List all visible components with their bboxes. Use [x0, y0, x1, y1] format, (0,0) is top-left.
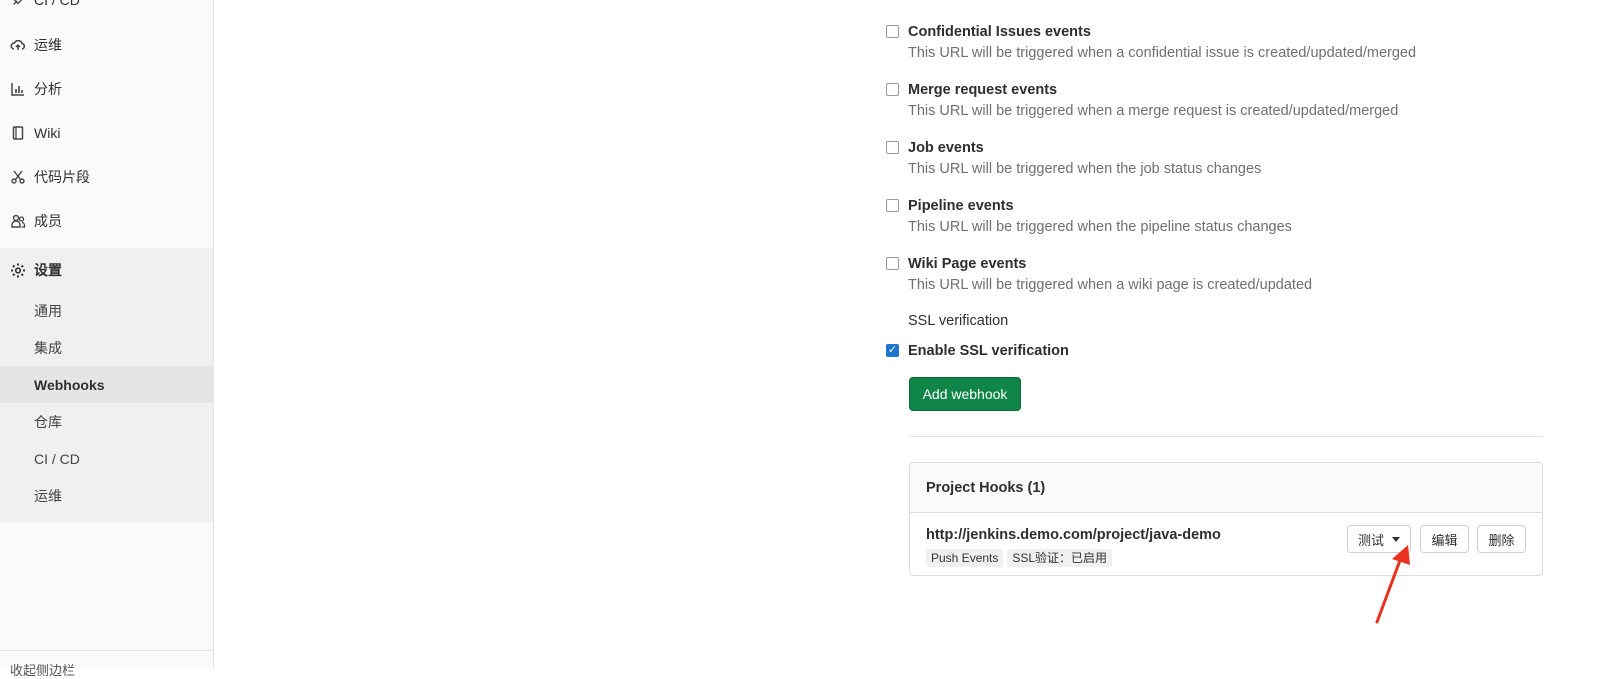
- event-pipeline[interactable]: Pipeline events This URL will be trigger…: [886, 197, 1548, 236]
- sidebar-subitem-label: 运维: [34, 487, 62, 504]
- sidebar-subitem-label: 通用: [34, 302, 62, 319]
- collapse-sidebar-button[interactable]: 收起侧边栏: [10, 660, 75, 679]
- project-hooks-header: Project Hooks (1): [910, 463, 1542, 513]
- rocket-icon: [10, 0, 26, 8]
- sidebar-item-label: 成员: [34, 213, 62, 229]
- event-checkbox[interactable]: [886, 141, 899, 154]
- event-title: Pipeline events: [908, 198, 1014, 214]
- sidebar-subitem-repository[interactable]: 仓库: [0, 403, 213, 440]
- users-icon: [10, 213, 26, 229]
- annotation-arrow-icon: [1375, 545, 1410, 624]
- chart-icon: [10, 81, 26, 97]
- event-description: This URL will be triggered when a confid…: [908, 45, 1417, 61]
- cloud-upload-icon: [10, 37, 26, 53]
- sidebar-item-label: 代码片段: [34, 169, 90, 185]
- sidebar-item-label: 运维: [34, 37, 62, 53]
- section-divider: [909, 436, 1543, 437]
- ssl-checkbox-label: Enable SSL verification: [908, 343, 1069, 359]
- book-icon: [10, 125, 26, 141]
- hook-url: http://jenkins.demo.com/project/java-dem…: [926, 527, 1221, 543]
- event-job[interactable]: Job events This URL will be triggered wh…: [886, 139, 1548, 178]
- sidebar-item-label: 分析: [34, 81, 62, 97]
- event-description: This URL will be triggered when a wiki p…: [908, 277, 1313, 293]
- chevron-down-icon: [1392, 536, 1400, 542]
- sidebar-subitem-label: 仓库: [34, 413, 62, 430]
- event-description: This URL will be triggered when a merge …: [908, 103, 1399, 119]
- push-events-badge: Push Events: [926, 549, 1004, 567]
- sidebar-subitem-general[interactable]: 通用: [0, 292, 213, 329]
- sidebar-item-operations[interactable]: 运维: [0, 23, 213, 67]
- collapse-sidebar-label: 收起侧边栏: [10, 663, 76, 678]
- sidebar-item-wiki[interactable]: Wiki: [0, 111, 213, 155]
- project-hooks-card: Project Hooks (1) http://jenkins.demo.co…: [909, 462, 1543, 576]
- event-confidential-issues[interactable]: Confidential Issues events This URL will…: [886, 23, 1548, 62]
- event-checkbox[interactable]: [886, 257, 899, 270]
- sidebar-subitem-label: 集成: [34, 339, 62, 356]
- sidebar-subitem-webhooks[interactable]: Webhooks: [0, 366, 213, 403]
- sidebar-item-label: Wiki: [34, 125, 61, 141]
- sidebar-subitem-integrations[interactable]: 集成: [0, 329, 213, 366]
- add-webhook-button[interactable]: Add webhook: [909, 377, 1021, 411]
- sidebar-item-analytics[interactable]: 分析: [0, 67, 213, 111]
- ssl-verification-heading: SSL verification: [908, 313, 1009, 329]
- event-checkbox[interactable]: [886, 199, 899, 212]
- event-title: Merge request events: [908, 82, 1058, 98]
- event-checkbox[interactable]: [886, 25, 899, 38]
- sidebar-item-cicd-partial[interactable]: CI / CD: [0, 0, 213, 22]
- edit-hook-button[interactable]: 编辑: [1420, 525, 1469, 553]
- gear-icon: [10, 262, 26, 278]
- sidebar-item-settings[interactable]: 设置: [0, 248, 213, 292]
- ssl-status-badge: SSL验证：已启用: [1007, 549, 1113, 567]
- ssl-verification-option[interactable]: ✓ Enable SSL verification: [886, 342, 1069, 360]
- sidebar-divider: [0, 650, 213, 651]
- ssl-checkbox-checked[interactable]: ✓: [886, 344, 899, 357]
- sidebar: CI / CD 运维 分析 Wiki 代码片段 成员 设置 通用 集成 Webh…: [0, 0, 214, 678]
- sidebar-item-label: CI / CD: [34, 0, 80, 8]
- sidebar-subitem-label: Webhooks: [34, 376, 105, 393]
- sidebar-subitem-operations[interactable]: 运维: [0, 477, 213, 514]
- delete-hook-button[interactable]: 删除: [1477, 525, 1526, 553]
- sidebar-subitem-label: CI / CD: [34, 450, 80, 467]
- sidebar-item-snippets[interactable]: 代码片段: [0, 155, 213, 199]
- sidebar-item-label: 设置: [34, 262, 62, 278]
- event-title: Job events: [908, 140, 984, 156]
- event-merge-request[interactable]: Merge request events This URL will be tr…: [886, 81, 1548, 120]
- event-title: Confidential Issues events: [908, 24, 1091, 40]
- event-description: This URL will be triggered when the job …: [908, 161, 1262, 177]
- event-description: This URL will be triggered when the pipe…: [908, 219, 1292, 235]
- scissors-icon: [10, 169, 26, 185]
- event-wiki-page[interactable]: Wiki Page events This URL will be trigge…: [886, 255, 1548, 294]
- event-title: Wiki Page events: [908, 256, 1027, 272]
- hook-badges: Push Events SSL验证：已启用: [926, 549, 1113, 567]
- sidebar-item-members[interactable]: 成员: [0, 199, 213, 243]
- sidebar-subitem-cicd[interactable]: CI / CD: [0, 440, 213, 477]
- event-checkbox[interactable]: [886, 83, 899, 96]
